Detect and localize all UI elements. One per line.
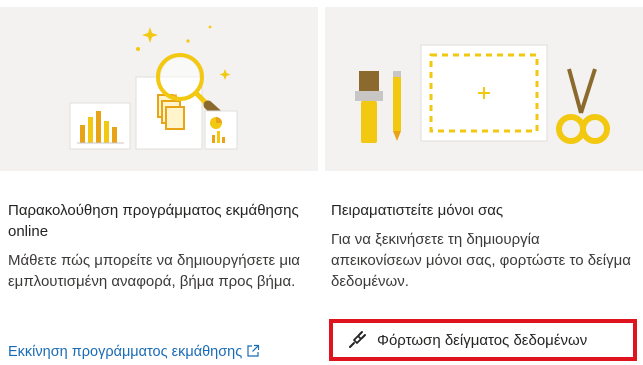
tutorial-illustration [0, 7, 318, 171]
start-tutorial-link[interactable]: Εκκίνηση προγράμματος εκμάθησης [8, 344, 260, 362]
sample-data-illustration [325, 7, 643, 171]
external-link-icon [246, 344, 260, 362]
canvas-placeholder-illustration [420, 44, 548, 142]
load-sample-data-label: Φόρτωση δείγματος δεδομένων [377, 331, 588, 349]
pencil-illustration [393, 71, 401, 141]
pie-chart-illustration [204, 110, 238, 150]
bar-chart-illustration [69, 102, 131, 150]
sample-data-description: Για να ξεκινήσετε τη δημιουργία απεικονί… [331, 231, 631, 290]
start-tutorial-link-label: Εκκίνηση προγράμματος εκμάθησης [8, 344, 243, 360]
tutorial-title: Παρακολούθηση προγράμματος εκμάθησης onl… [8, 202, 299, 240]
paintbrush-illustration [355, 71, 383, 143]
sample-data-title: Πειραματιστείτε μόνοι σας [331, 202, 504, 219]
tutorial-description: Μάθετε πώς μπορείτε να δημιουργήσετε μια… [8, 252, 300, 290]
scissors-illustration [556, 68, 610, 144]
plug-icon [347, 330, 367, 350]
load-sample-data-button[interactable]: Φόρτωση δείγματος δεδομένων [329, 319, 637, 361]
tutorial-card: Παρακολούθηση προγράμματος εκμάθησης onl… [0, 0, 318, 365]
sample-data-card: Πειραματιστείτε μόνοι σας Για να ξεκινήσ… [325, 0, 643, 365]
